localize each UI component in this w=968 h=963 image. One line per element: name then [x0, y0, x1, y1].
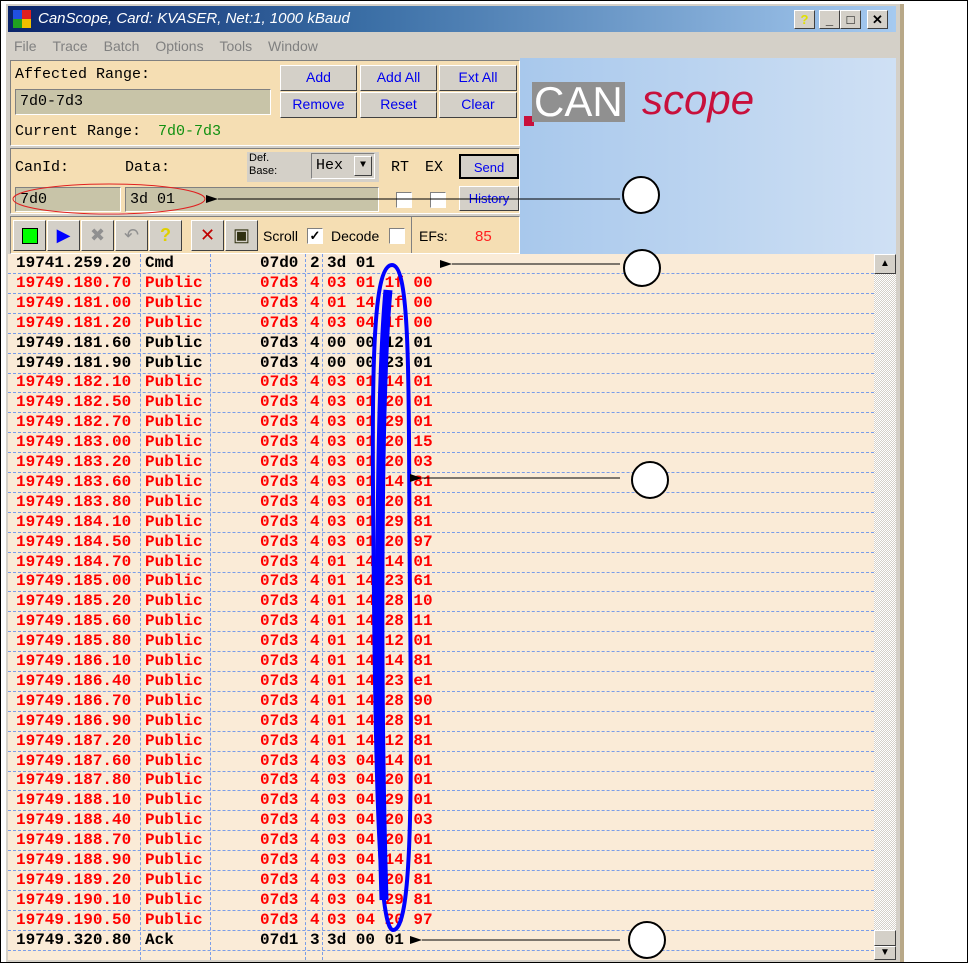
- callout-circle-1: [622, 176, 660, 214]
- callout-circle-4: [628, 921, 666, 959]
- callout-circle-3: [631, 461, 669, 499]
- annotations: [12, 176, 669, 959]
- input-highlight-ellipse: [12, 183, 206, 215]
- callout-circle-2: [623, 249, 661, 287]
